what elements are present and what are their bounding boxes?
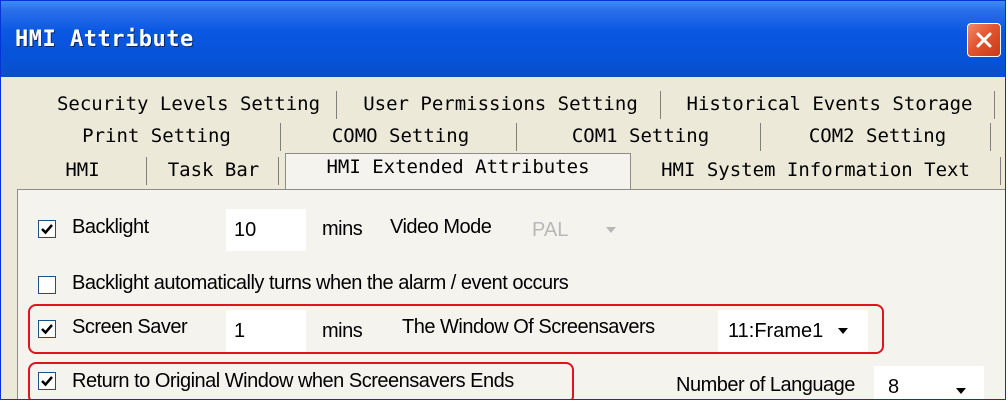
tab-historical-events-storage[interactable]: Historical Events Storage xyxy=(665,91,995,119)
video-mode-value: PAL xyxy=(532,219,569,241)
language-count-label: Number of Language xyxy=(676,374,855,396)
tab-hmi-system-information-text[interactable]: HMI System Information Text xyxy=(631,157,1001,185)
backlight-label: Backlight xyxy=(72,216,149,238)
screen-saver-checkbox[interactable] xyxy=(38,320,56,338)
screen-saver-label: Screen Saver xyxy=(72,316,188,338)
tab-user-permissions-setting[interactable]: User Permissions Setting xyxy=(341,91,661,119)
screensaver-window-select[interactable]: 11:Frame1 xyxy=(718,310,868,352)
video-mode-select[interactable]: PAL xyxy=(524,209,628,251)
backlight-alarm-label: Backlight automatically turns when the a… xyxy=(72,272,569,294)
tab-com1-setting[interactable]: COM1 Setting xyxy=(521,123,761,151)
backlight-minutes-input[interactable]: 10 xyxy=(226,209,306,251)
screen-saver-minutes-input[interactable]: 1 xyxy=(226,310,306,352)
tab-print-setting[interactable]: Print Setting xyxy=(33,123,281,151)
video-mode-label: Video Mode xyxy=(390,216,492,238)
tab-hmi-extended-attributes[interactable]: HMI Extended Attributes xyxy=(285,153,631,189)
hmi-attribute-dialog: HMI Attribute Security Levels Setting Us… xyxy=(0,0,1006,400)
extended-attributes-panel: Backlight 10 mins Video Mode PAL Backlig… xyxy=(17,189,1005,399)
screensaver-window-label: The Window Of Screensavers xyxy=(402,316,655,338)
backlight-unit-label: mins xyxy=(322,218,363,240)
backlight-checkbox[interactable] xyxy=(38,220,56,238)
screensaver-window-value: 11:Frame1 xyxy=(728,320,824,342)
checkmark-icon xyxy=(41,324,53,335)
language-count-value: 8 xyxy=(888,376,900,398)
title-bar[interactable]: HMI Attribute xyxy=(1,1,1005,77)
checkmark-icon xyxy=(41,376,53,387)
tab-security-levels-setting[interactable]: Security Levels Setting xyxy=(41,91,337,119)
language-count-select[interactable]: 8 xyxy=(874,366,984,399)
tab-como-setting[interactable]: COMO Setting xyxy=(285,123,517,151)
tab-strip: Security Levels Setting User Permissions… xyxy=(1,77,1005,189)
tab-com2-setting[interactable]: COM2 Setting xyxy=(765,123,991,151)
tab-hmi[interactable]: HMI xyxy=(19,157,147,185)
checkmark-icon xyxy=(41,224,53,235)
close-button[interactable] xyxy=(967,23,1001,57)
return-original-checkbox[interactable] xyxy=(38,372,56,390)
chevron-down-icon xyxy=(606,227,616,233)
tab-task-bar[interactable]: Task Bar xyxy=(149,157,279,185)
window-title: HMI Attribute xyxy=(15,27,194,52)
screen-saver-unit-label: mins xyxy=(322,320,363,342)
chevron-down-icon xyxy=(956,388,966,394)
close-icon xyxy=(976,32,992,48)
return-original-label: Return to Original Window when Screensav… xyxy=(72,370,514,392)
chevron-down-icon xyxy=(838,328,848,334)
backlight-alarm-checkbox[interactable] xyxy=(38,276,56,294)
